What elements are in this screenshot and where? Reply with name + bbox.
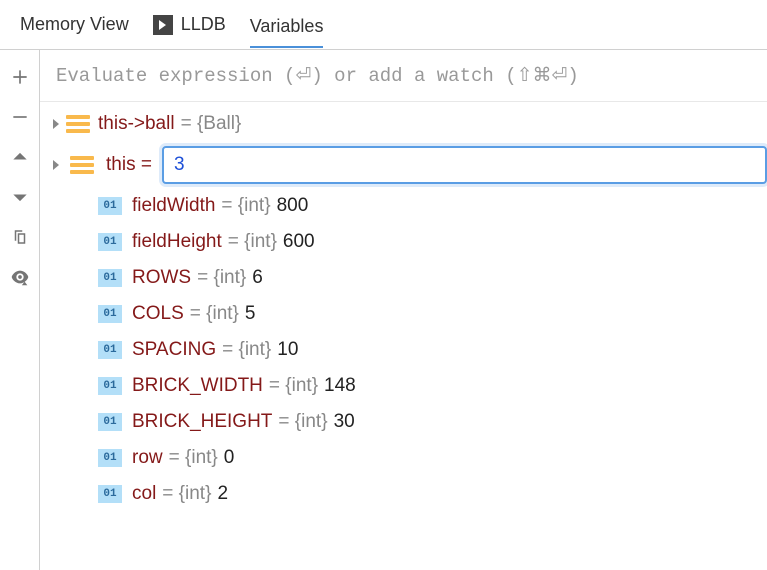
variable-type: = {int} xyxy=(222,339,271,361)
remove-icon[interactable] xyxy=(9,106,31,128)
variable-type: = {int} xyxy=(197,267,246,289)
variable-name: SPACING xyxy=(132,339,216,361)
variable-type: = {int} xyxy=(228,231,277,253)
vertical-toolbar xyxy=(0,50,40,570)
variable-row[interactable]: 01 fieldWidth = {int} 800 xyxy=(72,188,767,224)
variable-row[interactable]: 01 COLS = {int} 5 xyxy=(72,296,767,332)
evaluate-expression-hint[interactable]: Evaluate expression (⏎) or add a watch (… xyxy=(40,50,767,102)
variables-list: this->ball = {Ball} this = 01 fieldWidth xyxy=(40,102,767,570)
variable-name: row xyxy=(132,447,163,469)
variable-type: = {int} xyxy=(190,303,239,325)
debugger-tabs: Memory View LLDB Variables xyxy=(0,0,767,50)
variable-name: fieldHeight xyxy=(132,231,222,253)
int-icon: 01 xyxy=(98,269,122,287)
variable-name: BRICK_HEIGHT xyxy=(132,411,272,433)
variable-value: 800 xyxy=(277,195,309,217)
variable-name: col xyxy=(132,483,156,505)
tab-label: Variables xyxy=(250,16,324,37)
arrow-up-icon[interactable] xyxy=(9,146,31,168)
int-icon: 01 xyxy=(98,341,122,359)
variable-value: 10 xyxy=(277,339,298,361)
variable-value: 0 xyxy=(224,447,235,469)
variable-row[interactable]: 01 BRICK_HEIGHT = {int} 30 xyxy=(72,404,767,440)
tab-label: Memory View xyxy=(20,14,129,35)
variable-type: = {int} xyxy=(162,483,211,505)
variable-value: 5 xyxy=(245,303,256,325)
main-area: Evaluate expression (⏎) or add a watch (… xyxy=(0,50,767,570)
value-input[interactable] xyxy=(162,146,767,184)
int-icon: 01 xyxy=(98,449,122,467)
variable-type: = {int} xyxy=(278,411,327,433)
variable-row[interactable]: 01 fieldHeight = {int} 600 xyxy=(72,224,767,260)
tab-variables[interactable]: Variables xyxy=(250,12,324,48)
int-icon: 01 xyxy=(98,233,122,251)
int-icon: 01 xyxy=(98,413,122,431)
variable-type: = {int} xyxy=(169,447,218,469)
arrow-down-icon[interactable] xyxy=(9,186,31,208)
variable-name: this->ball xyxy=(98,113,175,135)
int-icon: 01 xyxy=(98,197,122,215)
variable-row[interactable]: 01 ROWS = {int} 6 xyxy=(72,260,767,296)
view-icon[interactable] xyxy=(9,266,31,288)
variables-panel: Evaluate expression (⏎) or add a watch (… xyxy=(40,50,767,570)
tab-label: LLDB xyxy=(181,14,226,35)
variable-name: this = xyxy=(106,154,152,176)
variable-name: fieldWidth xyxy=(132,195,215,217)
object-icon xyxy=(66,115,90,133)
variable-row[interactable]: this->ball = {Ball} xyxy=(40,106,767,142)
variable-row[interactable]: 01 BRICK_WIDTH = {int} 148 xyxy=(72,368,767,404)
object-icon xyxy=(70,156,94,174)
int-icon: 01 xyxy=(98,485,122,503)
variable-type: = {Ball} xyxy=(181,113,242,135)
variable-name: BRICK_WIDTH xyxy=(132,375,263,397)
variable-row[interactable]: 01 row = {int} 0 xyxy=(72,440,767,476)
variable-value: 148 xyxy=(324,375,356,397)
variable-type: = {int} xyxy=(221,195,270,217)
play-icon xyxy=(153,15,173,35)
variable-value: 2 xyxy=(217,483,228,505)
add-icon[interactable] xyxy=(9,66,31,88)
tab-memory-view[interactable]: Memory View xyxy=(20,10,129,39)
value-editor xyxy=(162,146,767,184)
variable-value: 6 xyxy=(252,267,263,289)
variable-type: = {int} xyxy=(269,375,318,397)
copy-icon[interactable] xyxy=(9,226,31,248)
chevron-right-icon[interactable] xyxy=(46,119,66,129)
variable-name: COLS xyxy=(132,303,184,325)
variable-row[interactable]: 01 col = {int} 2 xyxy=(72,476,767,512)
variable-value: 600 xyxy=(283,231,315,253)
variable-value: 30 xyxy=(334,411,355,433)
variable-row-editing[interactable]: this = xyxy=(40,142,767,188)
tab-lldb[interactable]: LLDB xyxy=(153,10,226,39)
variable-row[interactable]: 01 SPACING = {int} 10 xyxy=(72,332,767,368)
variable-name: ROWS xyxy=(132,267,191,289)
int-icon: 01 xyxy=(98,305,122,323)
int-icon: 01 xyxy=(98,377,122,395)
chevron-right-icon[interactable] xyxy=(46,160,66,170)
